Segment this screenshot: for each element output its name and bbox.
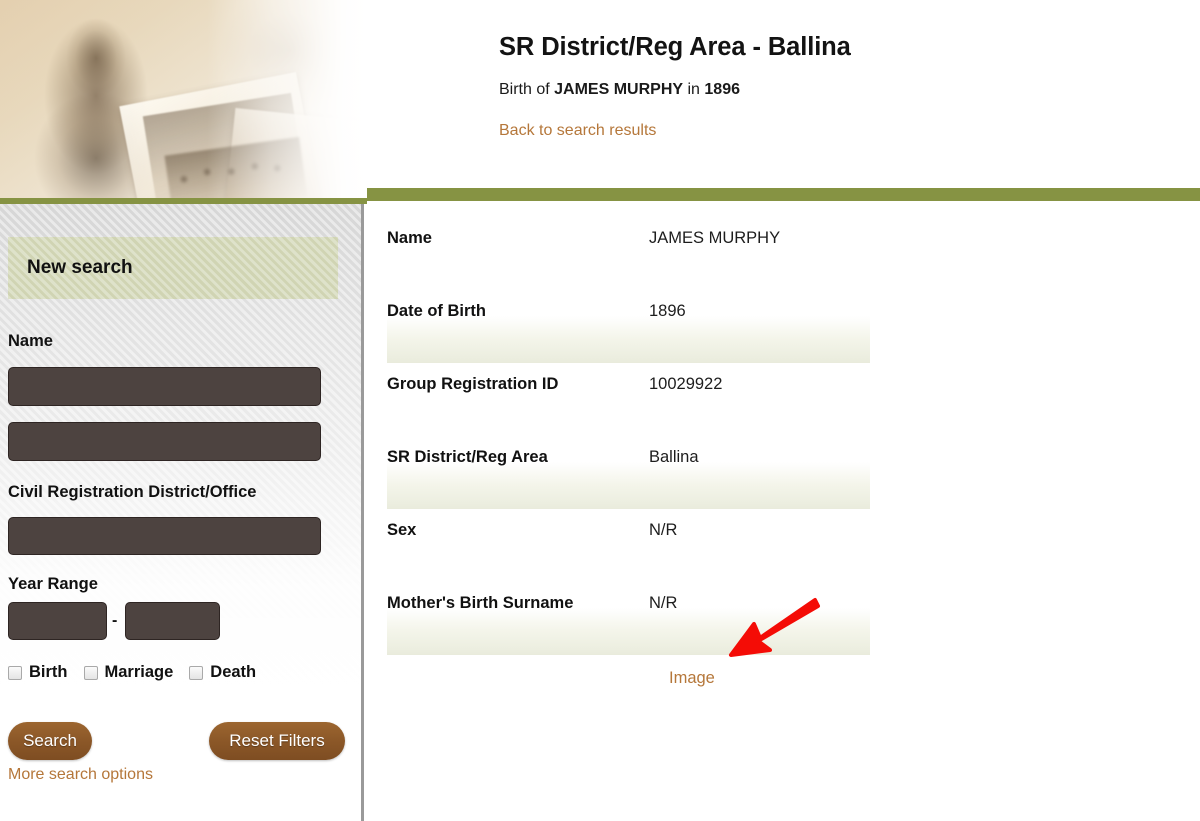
row-value-date-of-birth: 1896 <box>649 302 686 320</box>
record-details-table: Name JAMES MURPHY Date of Birth 1896 Group… <box>387 217 870 695</box>
table-row: Mother's Birth Surname N/R <box>387 582 870 655</box>
row-value-mothers-birth-surname: N/R <box>649 594 678 612</box>
search-sidebar: New search Name Civil Registration Distr… <box>0 204 364 821</box>
subtitle-prefix: Birth of <box>499 81 555 98</box>
row-value-sr-district: Ballina <box>649 448 699 466</box>
name-field-label: Name <box>8 332 53 350</box>
row-label-mothers-birth-surname: Mother's Birth Surname <box>387 594 574 612</box>
image-link[interactable]: Image <box>669 669 715 688</box>
table-row: Name JAMES MURPHY <box>387 217 870 290</box>
record-detail-main: Name JAMES MURPHY Date of Birth 1896 Group… <box>367 201 1200 821</box>
new-search-panel-header: New search <box>8 237 338 299</box>
record-type-checkbox-group: Birth Marriage Death <box>8 663 272 682</box>
page-title: SR District/Reg Area - Ballina <box>499 33 851 61</box>
checkbox-label-death: Death <box>210 663 257 681</box>
checkbox-label-marriage: Marriage <box>104 663 174 681</box>
row-label-name: Name <box>387 229 432 247</box>
checkbox-birth[interactable] <box>8 665 22 680</box>
checkbox-death[interactable] <box>189 665 204 680</box>
year-from-input[interactable] <box>8 602 107 640</box>
subtitle-person-name: JAMES MURPHY <box>554 81 684 98</box>
page-header: SR District/Reg Area - Ballina Birth of … <box>0 0 1200 203</box>
back-to-search-results-link[interactable]: Back to search results <box>499 122 656 140</box>
more-search-options-link[interactable]: More search options <box>8 766 153 784</box>
new-search-title: New search <box>27 257 133 278</box>
year-range-label: Year Range <box>8 575 98 593</box>
image-link-row: Image <box>387 655 870 695</box>
row-label-sex: Sex <box>387 521 417 539</box>
district-input[interactable] <box>8 517 321 555</box>
table-row: Group Registration ID 10029922 <box>387 363 870 436</box>
record-subtitle: Birth of JAMES MURPHY in 1896 <box>499 62 1139 99</box>
checkbox-label-birth: Birth <box>29 663 68 681</box>
banner-photograph <box>0 0 367 203</box>
row-value-name: JAMES MURPHY <box>649 229 781 247</box>
row-label-sr-district: SR District/Reg Area <box>387 448 548 466</box>
row-value-sex: N/R <box>649 521 678 539</box>
district-field-label: Civil Registration District/Office <box>8 483 257 501</box>
row-value-group-registration-id: 10029922 <box>649 375 723 393</box>
header-text-block: SR District/Reg Area - Ballina Birth of … <box>499 0 1139 140</box>
table-row: SR District/Reg Area Ballina <box>387 436 870 509</box>
row-label-group-registration-id: Group Registration ID <box>387 375 559 393</box>
year-to-input[interactable] <box>125 602 220 640</box>
checkbox-marriage[interactable] <box>83 665 98 680</box>
row-label-date-of-birth: Date of Birth <box>387 302 486 320</box>
year-range-separator: - <box>112 612 118 629</box>
green-divider-bar <box>367 188 1200 201</box>
subtitle-year: 1896 <box>704 81 740 98</box>
search-button[interactable]: Search <box>8 722 92 760</box>
table-row: Date of Birth 1896 <box>387 290 870 363</box>
last-name-input[interactable] <box>8 422 321 461</box>
first-name-input[interactable] <box>8 367 321 406</box>
subtitle-middle: in <box>683 81 705 98</box>
banner-fade-overlay <box>207 0 367 203</box>
reset-filters-button[interactable]: Reset Filters <box>209 722 345 760</box>
table-row: Sex N/R <box>387 509 870 582</box>
